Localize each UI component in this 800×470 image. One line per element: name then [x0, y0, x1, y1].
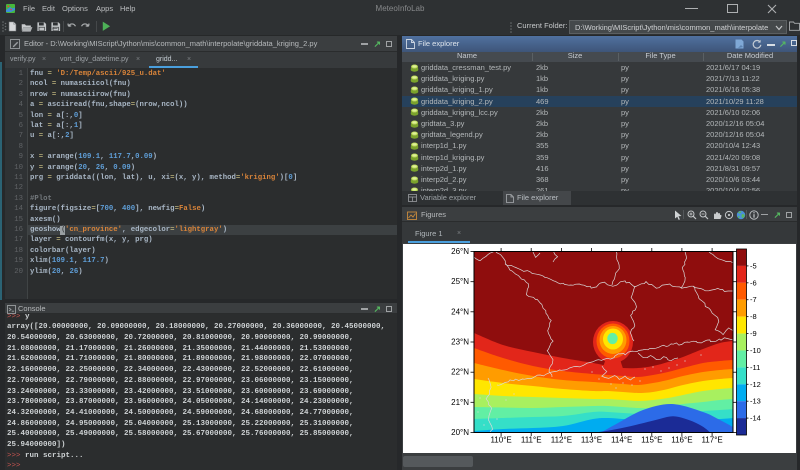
- svg-text:-5: -5: [750, 261, 757, 270]
- svg-text:20°N: 20°N: [451, 428, 469, 437]
- svg-text:21°N: 21°N: [451, 398, 469, 407]
- svg-text:117°E: 117°E: [701, 436, 722, 445]
- svg-text:-7: -7: [750, 295, 757, 304]
- svg-text:110°E: 110°E: [490, 436, 511, 445]
- svg-text:25°N: 25°N: [451, 277, 469, 286]
- svg-text:-10: -10: [750, 346, 761, 355]
- svg-text:26°N: 26°N: [451, 247, 469, 256]
- svg-text:113°E: 113°E: [581, 436, 602, 445]
- svg-text:-13: -13: [750, 397, 761, 406]
- svg-text:-14: -14: [750, 414, 761, 423]
- svg-text:112°E: 112°E: [551, 436, 572, 445]
- svg-text:-9: -9: [750, 329, 757, 338]
- svg-text:-12: -12: [750, 380, 761, 389]
- svg-text:-6: -6: [750, 278, 757, 287]
- svg-text:111°E: 111°E: [521, 436, 542, 445]
- svg-text:23°N: 23°N: [451, 338, 469, 347]
- svg-text:-8: -8: [750, 312, 757, 321]
- svg-text:114°E: 114°E: [611, 436, 632, 445]
- svg-text:115°E: 115°E: [641, 436, 662, 445]
- svg-text:116°E: 116°E: [671, 436, 692, 445]
- svg-text:-11: -11: [750, 363, 760, 372]
- svg-text:24°N: 24°N: [451, 307, 469, 316]
- svg-text:22°N: 22°N: [451, 368, 469, 377]
